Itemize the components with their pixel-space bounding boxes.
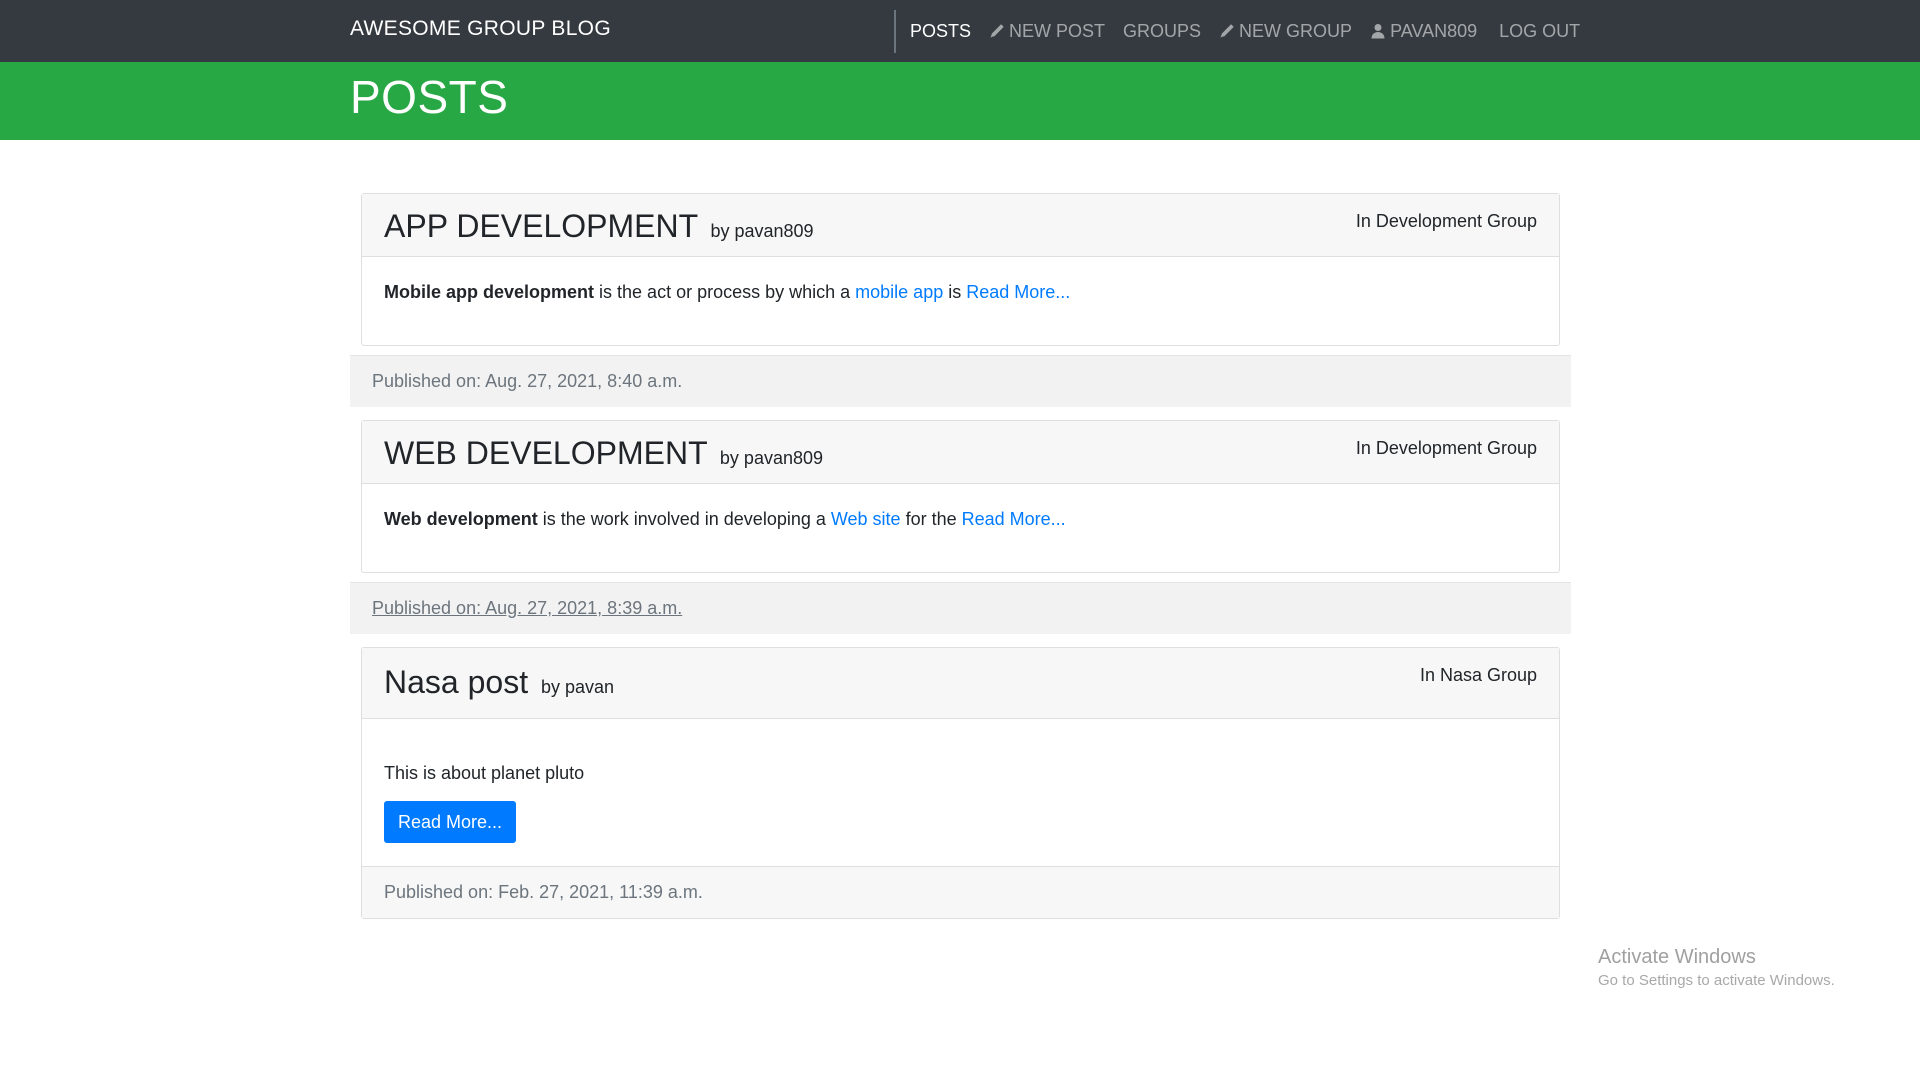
post-title-text[interactable]: WEB DEVELOPMENT — [384, 435, 707, 471]
post-text-part: is the work involved in developing a — [537, 509, 831, 529]
post-author: by pavan — [540, 677, 615, 697]
post-body: Mobile app development is the act or pro… — [362, 257, 1559, 304]
nav-groups-link[interactable]: GROUPS — [1123, 21, 1201, 42]
nav-logout-label: LOG OUT — [1499, 20, 1581, 41]
post-card: WEB DEVELOPMENT by pavan809 In Developme… — [361, 420, 1560, 573]
post-header: APP DEVELOPMENT by pavan809 In Developme… — [362, 194, 1559, 257]
read-more-link[interactable]: Read More... — [966, 282, 1070, 302]
post-author: by pavan809 — [719, 448, 824, 468]
post-text-part: is the act or process by which a — [594, 282, 856, 302]
post-header: WEB DEVELOPMENT by pavan809 In Developme… — [362, 421, 1559, 484]
activate-windows-title: Activate Windows — [1598, 946, 1756, 968]
post-title-text[interactable]: APP DEVELOPMENT — [384, 208, 698, 244]
page-header-banner: POSTS — [0, 62, 1920, 140]
post-footer: Published on: Feb. 27, 2021, 11:39 a.m. — [362, 866, 1559, 918]
brand-link[interactable]: AWESOME GROUP BLOG — [350, 17, 611, 41]
nav-links: POSTS NEW POST GROUPS NEW GROUP PAVAN809… — [910, 0, 1598, 62]
post-footer: Published on: Aug. 27, 2021, 8:39 a.m. — [350, 582, 1571, 634]
post-text: Mobile app development is the act or pro… — [384, 280, 1537, 304]
post-author: by pavan809 — [710, 221, 814, 241]
post-inline-link[interactable]: mobile app — [855, 282, 943, 302]
top-navbar: AWESOME GROUP BLOG POSTS NEW POST GROUPS… — [0, 0, 1920, 62]
nav-posts-link[interactable]: POSTS — [910, 21, 971, 42]
post-published-date: Published on: Feb. 27, 2021, 11:39 a.m. — [384, 882, 703, 902]
post-inline-link[interactable]: Web site — [831, 509, 901, 529]
page-title: POSTS — [350, 71, 509, 123]
nav-user-link[interactable]: PAVAN809 — [1370, 21, 1477, 42]
post-group: In Nasa Group — [1419, 665, 1537, 685]
post-footer: Published on: Aug. 27, 2021, 8:40 a.m. — [350, 355, 1571, 407]
nav-new-group-label: NEW GROUP — [1239, 20, 1353, 41]
activate-windows-subtitle: Go to Settings to activate Windows. — [1598, 972, 1835, 989]
nav-posts-label: POSTS — [910, 20, 972, 41]
post-group: In Development Group — [1355, 211, 1537, 231]
pencil-icon — [1219, 23, 1235, 39]
post-body: This is about planet pluto Read More... — [362, 719, 1559, 867]
nav-divider — [894, 10, 896, 53]
nav-groups-label: GROUPS — [1123, 20, 1202, 41]
pencil-icon — [989, 23, 1005, 39]
post-bold-term: Web development — [384, 509, 538, 529]
post-title: WEB DEVELOPMENT by pavan809 — [384, 435, 823, 472]
post-title: APP DEVELOPMENT by pavan809 — [384, 208, 814, 245]
post-published-date[interactable]: Published on: Aug. 27, 2021, 8:39 a.m. — [372, 598, 682, 619]
post-bold-term: Mobile app development — [384, 282, 595, 302]
nav-new-group-link[interactable]: NEW GROUP — [1219, 21, 1352, 42]
nav-new-post-label: NEW POST — [1009, 20, 1106, 41]
post-title-text[interactable]: Nasa post — [384, 664, 528, 700]
read-more-button[interactable]: Read More... — [384, 801, 517, 843]
post-title: Nasa post by pavan — [384, 664, 614, 701]
post-card: APP DEVELOPMENT by pavan809 In Developme… — [361, 193, 1560, 346]
post-text-part: is — [943, 282, 967, 302]
read-more-link[interactable]: Read More... — [962, 509, 1066, 529]
post-text: Web development is the work involved in … — [384, 507, 1537, 531]
nav-logout-link[interactable]: LOG OUT — [1499, 21, 1580, 42]
nav-user-label: PAVAN809 — [1390, 20, 1478, 41]
post-text-part: for the — [900, 509, 962, 529]
post-text: This is about planet pluto — [384, 763, 585, 783]
post-header: Nasa post by pavan In Nasa Group — [362, 648, 1559, 719]
post-published-date: Published on: Aug. 27, 2021, 8:40 a.m. — [372, 371, 683, 391]
post-group: In Development Group — [1355, 438, 1537, 458]
post-body: Web development is the work involved in … — [362, 484, 1559, 531]
nav-new-post-link[interactable]: NEW POST — [989, 21, 1105, 42]
post-card: Nasa post by pavan In Nasa Group This is… — [361, 647, 1560, 919]
user-icon — [1370, 23, 1386, 39]
